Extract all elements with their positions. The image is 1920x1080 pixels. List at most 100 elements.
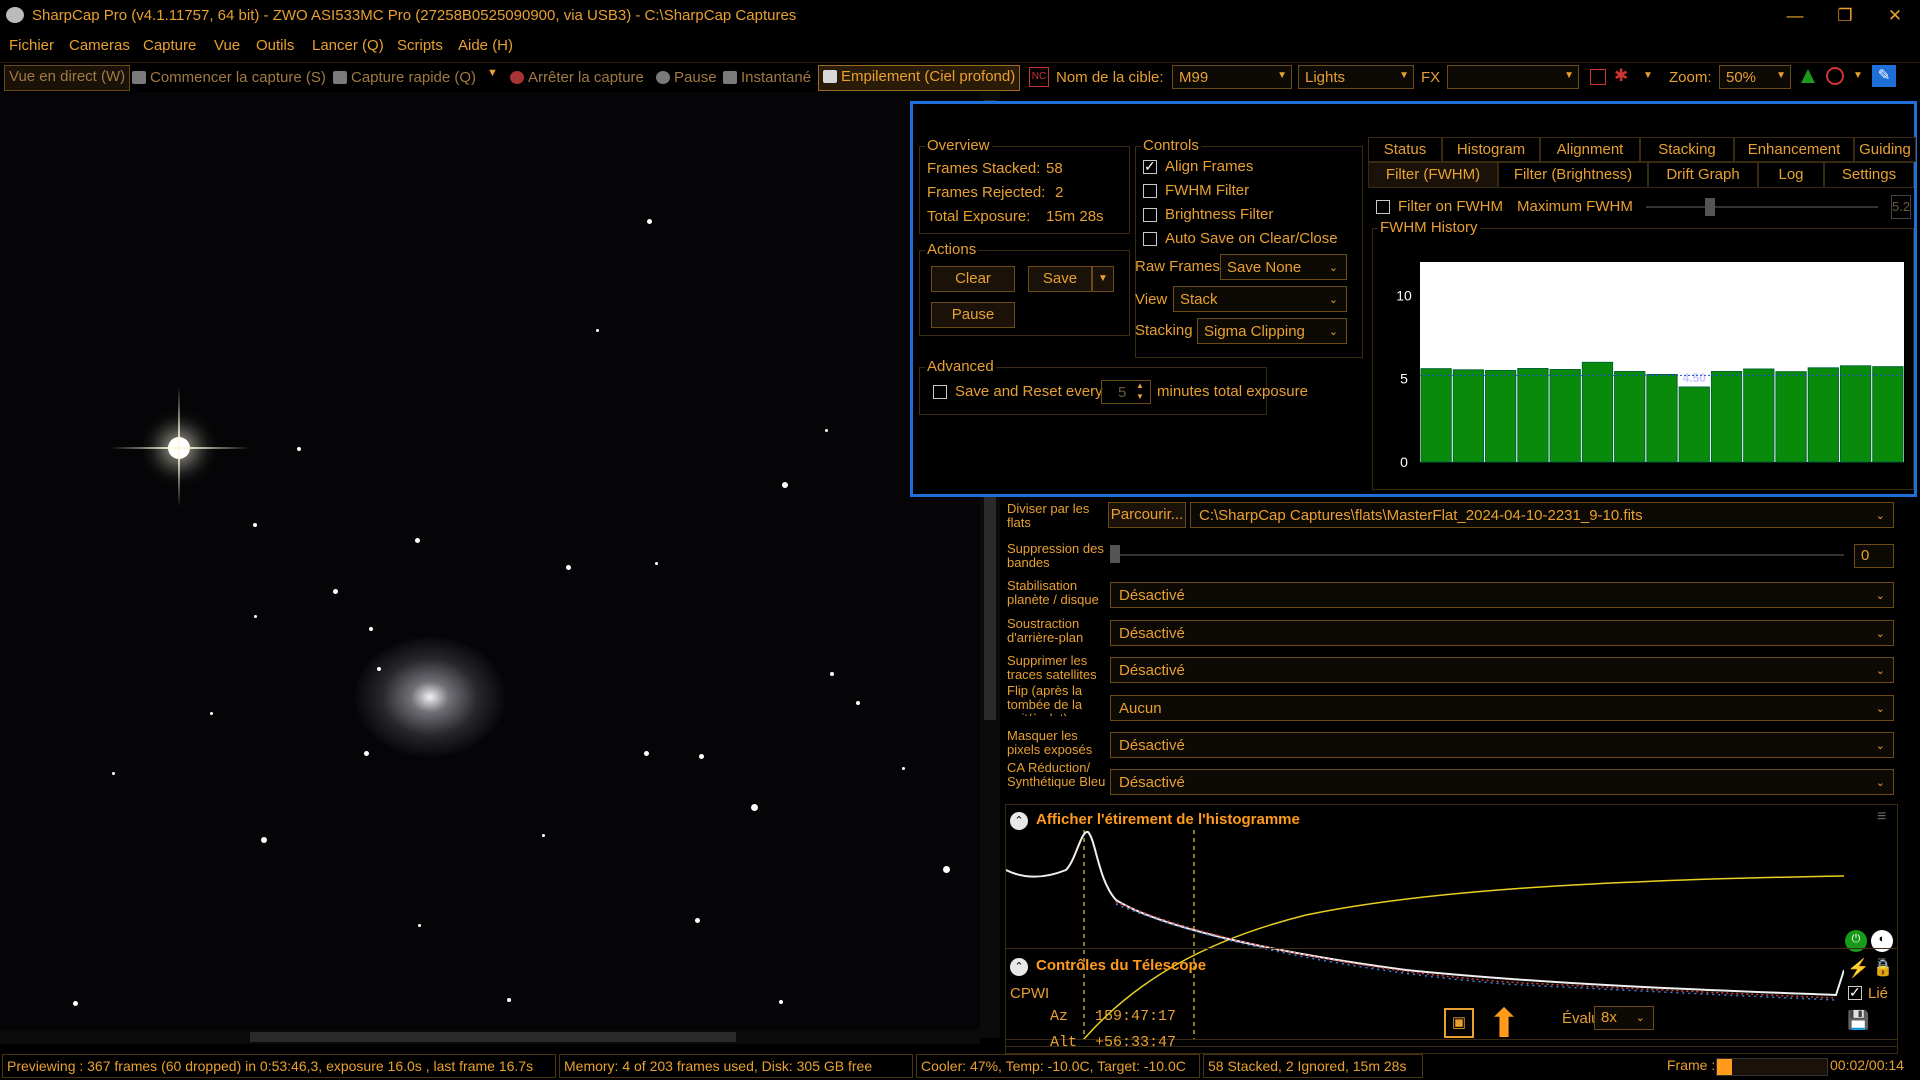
- brightness-filter-checkbox[interactable]: [1143, 208, 1157, 222]
- live-view-button[interactable]: Vue en direct (W): [4, 65, 131, 91]
- frame-progress-bar: [1716, 1058, 1828, 1076]
- nc-icon[interactable]: NC: [1029, 67, 1049, 87]
- menu-cameras[interactable]: Cameras: [69, 37, 130, 54]
- tab-status[interactable]: Status: [1368, 137, 1442, 162]
- mask-pixels-label: Masquer les pixels exposés: [1007, 729, 1093, 757]
- stabilization-select[interactable]: Désactivé ⌄: [1110, 582, 1894, 608]
- title-bar: SharpCap Pro (v4.1.11757, 64 bit) - ZWO …: [0, 0, 1920, 31]
- max-fwhm-slider-track[interactable]: [1646, 206, 1878, 208]
- menu-vue[interactable]: Vue: [214, 37, 240, 54]
- crosshair-icon[interactable]: ✱: [1614, 66, 1628, 86]
- fx-select[interactable]: ▼: [1447, 65, 1579, 89]
- roi-icon[interactable]: [1590, 69, 1606, 85]
- rate-value: 8x: [1601, 1009, 1617, 1026]
- raw-frames-select[interactable]: Save None ⌄: [1220, 254, 1347, 280]
- horizontal-scrollbar[interactable]: [0, 1030, 980, 1044]
- fwhm-filter-checkbox[interactable]: [1143, 184, 1157, 198]
- banding-label: Suppression des bandes: [1007, 541, 1104, 570]
- fwhm-bar: [1614, 371, 1646, 463]
- browse-button[interactable]: Parcourir...: [1108, 502, 1186, 528]
- background-subtraction-value: Désactivé: [1119, 625, 1185, 642]
- satellite-removal-select[interactable]: Désactivé ⌄: [1110, 657, 1894, 683]
- collapse-icon[interactable]: ⌃: [1010, 958, 1028, 976]
- histogram-icon[interactable]: [1801, 69, 1815, 83]
- tab-histogram[interactable]: Histogram: [1442, 137, 1540, 162]
- stepper-down-icon[interactable]: ▼: [1136, 392, 1144, 401]
- menu-lancer[interactable]: Lancer (Q): [312, 37, 384, 54]
- image-viewport[interactable]: [0, 92, 980, 1038]
- quick-capture-button[interactable]: Capture rapide (Q): [333, 69, 476, 86]
- minimize-button[interactable]: —: [1772, 0, 1818, 31]
- menu-outils[interactable]: Outils: [256, 37, 294, 54]
- rate-select[interactable]: 8x ⌄: [1594, 1006, 1654, 1030]
- mask-pixels-select[interactable]: Désactivé ⌄: [1110, 732, 1894, 758]
- save-dropdown-icon[interactable]: ▼: [1092, 266, 1114, 292]
- tab-settings[interactable]: Settings: [1824, 162, 1914, 188]
- fwhm-bar-label: 5.53: [1457, 354, 1481, 368]
- frame-type-select[interactable]: Lights ▼: [1298, 65, 1414, 89]
- stacking-select[interactable]: Sigma Clipping ⌄: [1197, 318, 1347, 344]
- telescope-section-title: Contrôles du Télescope: [1036, 957, 1207, 974]
- align-frames-checkbox[interactable]: [1143, 158, 1157, 175]
- banding-slider-track[interactable]: [1112, 554, 1844, 556]
- collapse-icon[interactable]: ⌃: [1010, 812, 1028, 830]
- menu-icon[interactable]: ≡: [1877, 954, 1886, 972]
- star: [695, 918, 700, 923]
- view-select[interactable]: Stack ⌄: [1173, 286, 1347, 312]
- flats-path-select[interactable]: C:\SharpCap Captures\flats\MasterFlat_20…: [1190, 502, 1894, 528]
- tab-log[interactable]: Log: [1758, 162, 1824, 188]
- save-button[interactable]: Save: [1028, 266, 1092, 292]
- banding-slider-thumb[interactable]: [1110, 545, 1120, 563]
- start-capture-button[interactable]: Commencer la capture (S): [132, 69, 326, 86]
- zoom-select[interactable]: 50% ▼: [1719, 65, 1791, 89]
- stop-slew-icon[interactable]: ▣: [1444, 1008, 1474, 1038]
- tab-filter-brightness[interactable]: Filter (Brightness): [1498, 162, 1648, 188]
- stack-pause-button[interactable]: Pause: [931, 302, 1015, 328]
- live-stack-button[interactable]: Empilement (Ciel profond): [818, 65, 1021, 91]
- tab-alignment[interactable]: Alignment: [1540, 137, 1640, 162]
- linked-checkbox[interactable]: [1848, 984, 1862, 1001]
- tab-stacking[interactable]: Stacking: [1640, 137, 1734, 162]
- arrow-up-icon[interactable]: ⬆: [1484, 1004, 1524, 1044]
- max-fwhm-slider-thumb[interactable]: [1705, 198, 1715, 216]
- pen-icon[interactable]: ✎: [1872, 65, 1896, 87]
- save-reset-checkbox[interactable]: [933, 385, 947, 399]
- clear-button[interactable]: Clear: [931, 266, 1015, 292]
- menu-fichier[interactable]: Fichier: [9, 37, 54, 54]
- stop-capture-button[interactable]: Arrêter la capture: [510, 69, 644, 86]
- actions-title: Actions: [925, 241, 979, 258]
- target-name-input[interactable]: M99 ▼: [1172, 65, 1292, 89]
- ca-reduction-select[interactable]: Désactivé ⌄: [1110, 769, 1894, 795]
- snapshot-button[interactable]: Instantané: [723, 69, 811, 86]
- chevron-down-icon[interactable]: ▼: [1853, 70, 1863, 81]
- overview-title: Overview: [925, 137, 992, 154]
- fwhm-bar: [1710, 371, 1743, 463]
- pause-button[interactable]: Pause: [656, 69, 717, 86]
- minutes-stepper[interactable]: 5 ▲ ▼: [1101, 380, 1151, 404]
- tab-guiding[interactable]: Guiding: [1854, 137, 1916, 162]
- menu-aide[interactable]: Aide (H): [458, 37, 513, 54]
- maximize-button[interactable]: ❐: [1822, 0, 1868, 31]
- ca-reduction-label: CA Réduction/ Synthétique Bleu: [1007, 761, 1106, 789]
- flip-select[interactable]: Aucun ⌄: [1110, 695, 1894, 721]
- y-tick-label: 10: [1396, 287, 1412, 303]
- tab-filter-fwhm[interactable]: Filter (FWHM): [1368, 162, 1498, 188]
- menu-scripts[interactable]: Scripts: [397, 37, 443, 54]
- scroll-thumb[interactable]: [250, 1032, 736, 1042]
- background-subtraction-select[interactable]: Désactivé ⌄: [1110, 620, 1894, 646]
- filter-on-fwhm-checkbox[interactable]: [1376, 200, 1390, 214]
- menu-icon[interactable]: ≡: [1877, 808, 1886, 826]
- tab-enhancement[interactable]: Enhancement: [1734, 137, 1854, 162]
- frames-rejected-value: 2: [1055, 184, 1064, 201]
- auto-save-checkbox[interactable]: [1143, 232, 1157, 246]
- max-fwhm-value-input[interactable]: 5.2: [1891, 195, 1911, 219]
- tab-drift-graph[interactable]: Drift Graph: [1648, 162, 1758, 188]
- capture-dropdown-icon[interactable]: ▼: [487, 67, 498, 79]
- close-button[interactable]: ✕: [1872, 0, 1918, 31]
- menu-capture[interactable]: Capture: [143, 37, 196, 54]
- banding-value-input[interactable]: 0: [1854, 544, 1894, 568]
- chevron-down-icon[interactable]: ▼: [1643, 70, 1653, 81]
- fwhm-bar: [1807, 367, 1839, 463]
- stepper-up-icon[interactable]: ▲: [1136, 381, 1144, 390]
- target-icon[interactable]: [1826, 67, 1844, 85]
